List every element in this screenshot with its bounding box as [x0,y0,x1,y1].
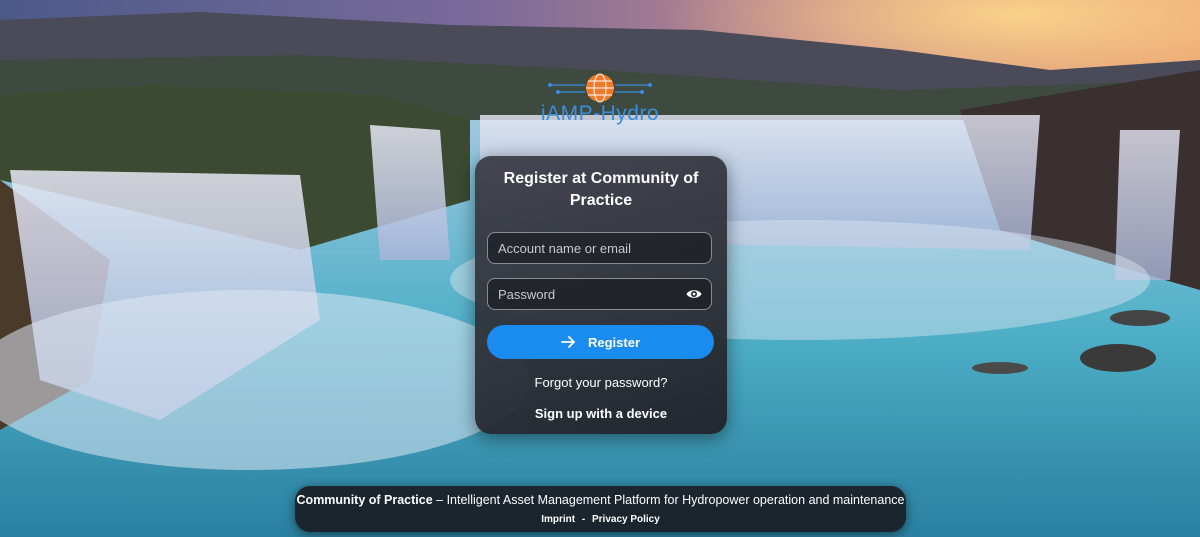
account-input[interactable] [488,233,711,263]
footer-brand: Community of Practice [296,493,433,507]
password-input[interactable] [488,279,711,309]
imprint-link[interactable]: Imprint [541,514,575,525]
register-label: Register [587,334,641,350]
footer-description: Community of Practice – Intelligent Asse… [295,493,906,507]
privacy-policy-link[interactable]: Privacy Policy [592,514,660,525]
arrow-right-icon [561,336,575,348]
register-card: Register at Community of Practice Regist… [475,156,727,434]
eye-icon[interactable] [686,288,702,300]
forgot-password-link[interactable]: Forgot your password? [475,375,727,390]
password-field [487,278,712,310]
account-field [487,232,712,264]
sign-up-device-link[interactable]: Sign up with a device [475,406,727,421]
footer-links: Imprint - Privacy Policy [295,514,906,525]
footer-tagline: – Intelligent Asset Management Platform … [432,493,905,507]
logo-text: iAMP-Hydro [540,102,660,125]
iamp-hydro-logo: iAMP-Hydro [530,70,670,130]
footer: Community of Practice – Intelligent Asse… [295,486,906,532]
register-button[interactable]: Register [487,325,714,359]
footer-separator: - [581,514,586,525]
card-title: Register at Community of Practice [503,170,699,209]
